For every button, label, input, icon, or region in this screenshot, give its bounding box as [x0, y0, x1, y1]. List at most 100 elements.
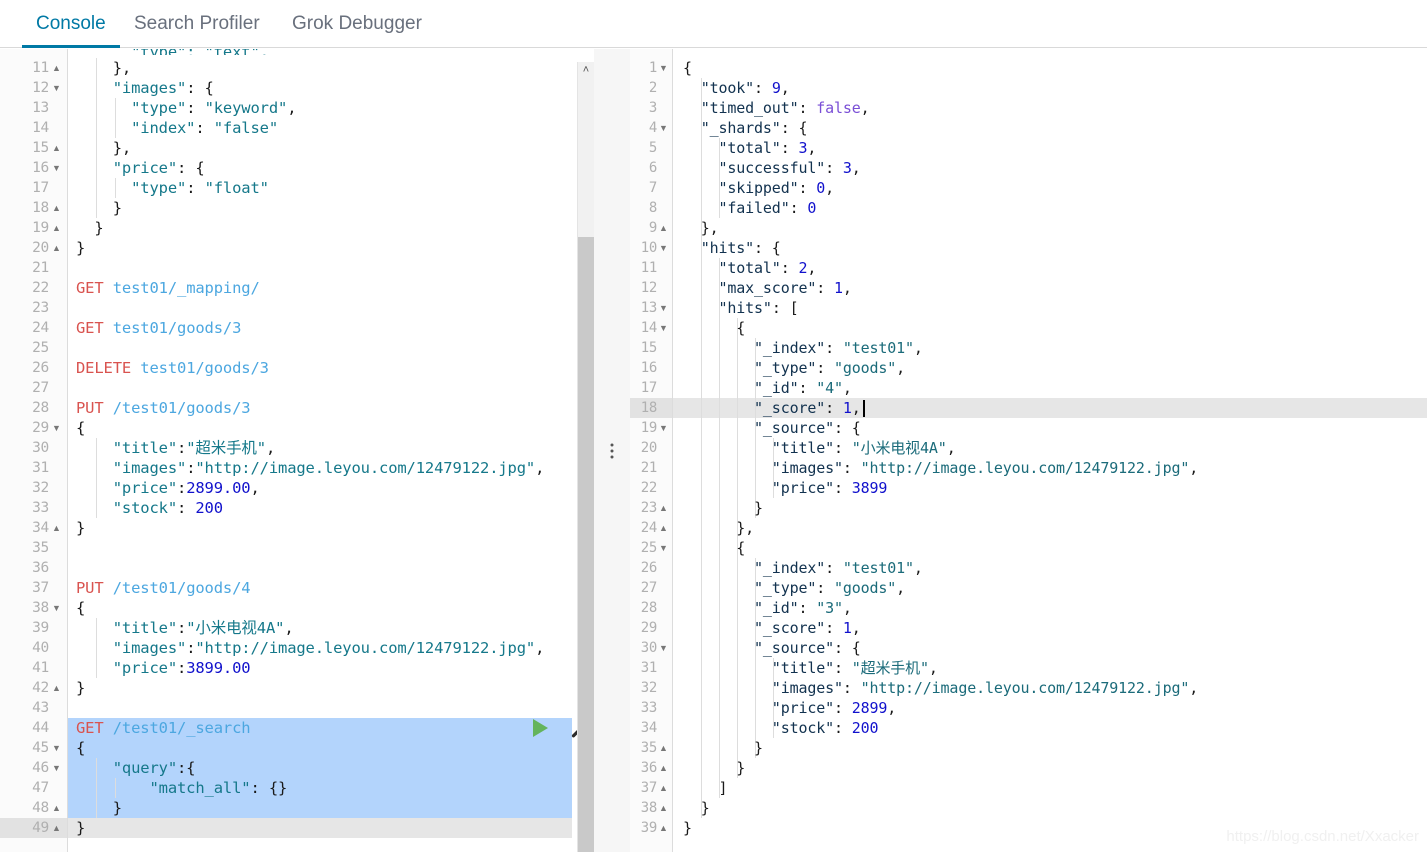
- gutter-line[interactable]: 31: [630, 658, 672, 678]
- gutter-line[interactable]: 33: [630, 698, 672, 718]
- tab-console[interactable]: Console: [22, 0, 120, 48]
- code-line[interactable]: }: [68, 518, 572, 538]
- gutter-line[interactable]: 25 ▼: [630, 538, 672, 558]
- code-line[interactable]: "match_all": {}: [68, 778, 572, 798]
- fold-down-icon[interactable]: ▼: [658, 318, 669, 338]
- code-line[interactable]: "images":"http://image.leyou.com/1247912…: [68, 458, 572, 478]
- gutter-line[interactable]: 46 ▼: [0, 758, 67, 778]
- code-line[interactable]: "skipped": 0,: [673, 178, 1427, 198]
- code-line[interactable]: "_score": 1,: [673, 398, 1427, 418]
- gutter-line[interactable]: 22: [630, 478, 672, 498]
- request-editor-code[interactable]: }, "images": { "type": "keyword", "index…: [68, 49, 572, 852]
- gutter-line[interactable]: 39: [0, 618, 67, 638]
- code-line[interactable]: "total": 2,: [673, 258, 1427, 278]
- gutter-line[interactable]: 22: [0, 278, 67, 298]
- gutter-line[interactable]: 33: [0, 498, 67, 518]
- code-line[interactable]: "_source": {: [673, 638, 1427, 658]
- fold-down-icon[interactable]: ▼: [51, 158, 62, 178]
- code-line[interactable]: "price": {: [68, 158, 572, 178]
- code-line[interactable]: [68, 338, 572, 358]
- code-line[interactable]: "images": "http://image.leyou.com/124791…: [673, 458, 1427, 478]
- gutter-line[interactable]: 19 ▼: [630, 418, 672, 438]
- gutter-line[interactable]: 28: [0, 398, 67, 418]
- code-line[interactable]: "_score": 1,: [673, 618, 1427, 638]
- code-line[interactable]: {: [68, 738, 572, 758]
- code-line[interactable]: {: [673, 538, 1427, 558]
- gutter-line[interactable]: 44: [0, 718, 67, 738]
- gutter-line[interactable]: 38 ▲: [630, 798, 672, 818]
- code-line[interactable]: "type": "keyword",: [68, 98, 572, 118]
- gutter-line[interactable]: 20: [630, 438, 672, 458]
- code-line[interactable]: "total": 3,: [673, 138, 1427, 158]
- gutter-line[interactable]: 34 ▲: [0, 518, 67, 538]
- code-line[interactable]: DELETE test01/goods/3: [68, 358, 572, 378]
- code-line[interactable]: "title":"超米手机",: [68, 438, 572, 458]
- request-editor-scrollbar[interactable]: ˄: [577, 62, 594, 852]
- gutter-line[interactable]: 24 ▲: [630, 518, 672, 538]
- fold-down-icon[interactable]: ▼: [51, 738, 62, 758]
- fold-down-icon[interactable]: ▼: [51, 418, 62, 438]
- code-line[interactable]: {: [673, 318, 1427, 338]
- gutter-line[interactable]: 29 ▼: [0, 418, 67, 438]
- gutter-line[interactable]: 30 ▼: [630, 638, 672, 658]
- gutter-line[interactable]: 21: [630, 458, 672, 478]
- fold-up-icon[interactable]: ▲: [658, 518, 669, 538]
- gutter-line[interactable]: 14 ▼: [630, 318, 672, 338]
- request-editor-gutter[interactable]: 11 ▲ 12 ▼ 13 14 15 ▲ 16 ▼ 17 18 ▲ 19 ▲ 20 ▲ 21 22 23 24 25 26 2…: [0, 49, 68, 852]
- gutter-line[interactable]: 36 ▲: [630, 758, 672, 778]
- fold-down-icon[interactable]: ▼: [51, 758, 62, 778]
- gutter-line[interactable]: 1 ▼: [630, 58, 672, 78]
- gutter-line[interactable]: 27: [0, 378, 67, 398]
- code-line[interactable]: PUT /test01/goods/3: [68, 398, 572, 418]
- fold-up-icon[interactable]: ▲: [51, 198, 62, 218]
- fold-down-icon[interactable]: ▼: [658, 538, 669, 558]
- code-line[interactable]: },: [673, 518, 1427, 538]
- code-line[interactable]: "_id": "3",: [673, 598, 1427, 618]
- code-line[interactable]: }: [68, 798, 572, 818]
- gutter-line[interactable]: 12 ▼: [0, 78, 67, 98]
- code-line[interactable]: GET /test01/_search: [68, 718, 572, 738]
- fold-up-icon[interactable]: ▲: [658, 798, 669, 818]
- fold-up-icon[interactable]: ▲: [51, 58, 62, 78]
- fold-up-icon[interactable]: ▲: [51, 798, 62, 818]
- code-line[interactable]: },: [673, 218, 1427, 238]
- splitter-grip-icon[interactable]: [610, 443, 614, 458]
- gutter-line[interactable]: 15: [630, 338, 672, 358]
- gutter-line[interactable]: 13 ▼: [630, 298, 672, 318]
- code-line[interactable]: },: [68, 138, 572, 158]
- gutter-line[interactable]: 48 ▲: [0, 798, 67, 818]
- code-line[interactable]: [68, 558, 572, 578]
- gutter-line[interactable]: 29: [630, 618, 672, 638]
- gutter-line[interactable]: 15 ▲: [0, 138, 67, 158]
- code-line[interactable]: [68, 538, 572, 558]
- gutter-line[interactable]: 40: [0, 638, 67, 658]
- gutter-line[interactable]: 12: [630, 278, 672, 298]
- request-editor-pane[interactable]: "type": "text", 11▲12▼131415▲16▼1718▲19▲…: [0, 49, 594, 852]
- fold-up-icon[interactable]: ▲: [658, 498, 669, 518]
- fold-down-icon[interactable]: ▼: [51, 598, 62, 618]
- code-line[interactable]: "hits": {: [673, 238, 1427, 258]
- code-line[interactable]: "successful": 3,: [673, 158, 1427, 178]
- fold-down-icon[interactable]: ▼: [658, 118, 669, 138]
- gutter-line[interactable]: 2: [630, 78, 672, 98]
- gutter-line[interactable]: 26: [630, 558, 672, 578]
- gutter-line[interactable]: 10 ▼: [630, 238, 672, 258]
- code-line[interactable]: "type": "float": [68, 178, 572, 198]
- code-line[interactable]: "title": "超米手机",: [673, 658, 1427, 678]
- gutter-line[interactable]: 7: [630, 178, 672, 198]
- code-line[interactable]: "_source": {: [673, 418, 1427, 438]
- fold-down-icon[interactable]: ▼: [658, 638, 669, 658]
- scroll-up-icon[interactable]: ˄: [578, 62, 594, 78]
- code-line[interactable]: "failed": 0: [673, 198, 1427, 218]
- gutter-line[interactable]: 24: [0, 318, 67, 338]
- code-line[interactable]: "title":"小米电视4A",: [68, 618, 572, 638]
- code-line[interactable]: "_shards": {: [673, 118, 1427, 138]
- code-line[interactable]: "price": 2899,: [673, 698, 1427, 718]
- code-line[interactable]: "_type": "goods",: [673, 578, 1427, 598]
- code-line[interactable]: GET test01/_mapping/: [68, 278, 572, 298]
- fold-up-icon[interactable]: ▲: [51, 818, 62, 838]
- gutter-line[interactable]: 41: [0, 658, 67, 678]
- code-line[interactable]: "max_score": 1,: [673, 278, 1427, 298]
- pane-splitter[interactable]: [594, 49, 630, 852]
- gutter-line[interactable]: 17: [630, 378, 672, 398]
